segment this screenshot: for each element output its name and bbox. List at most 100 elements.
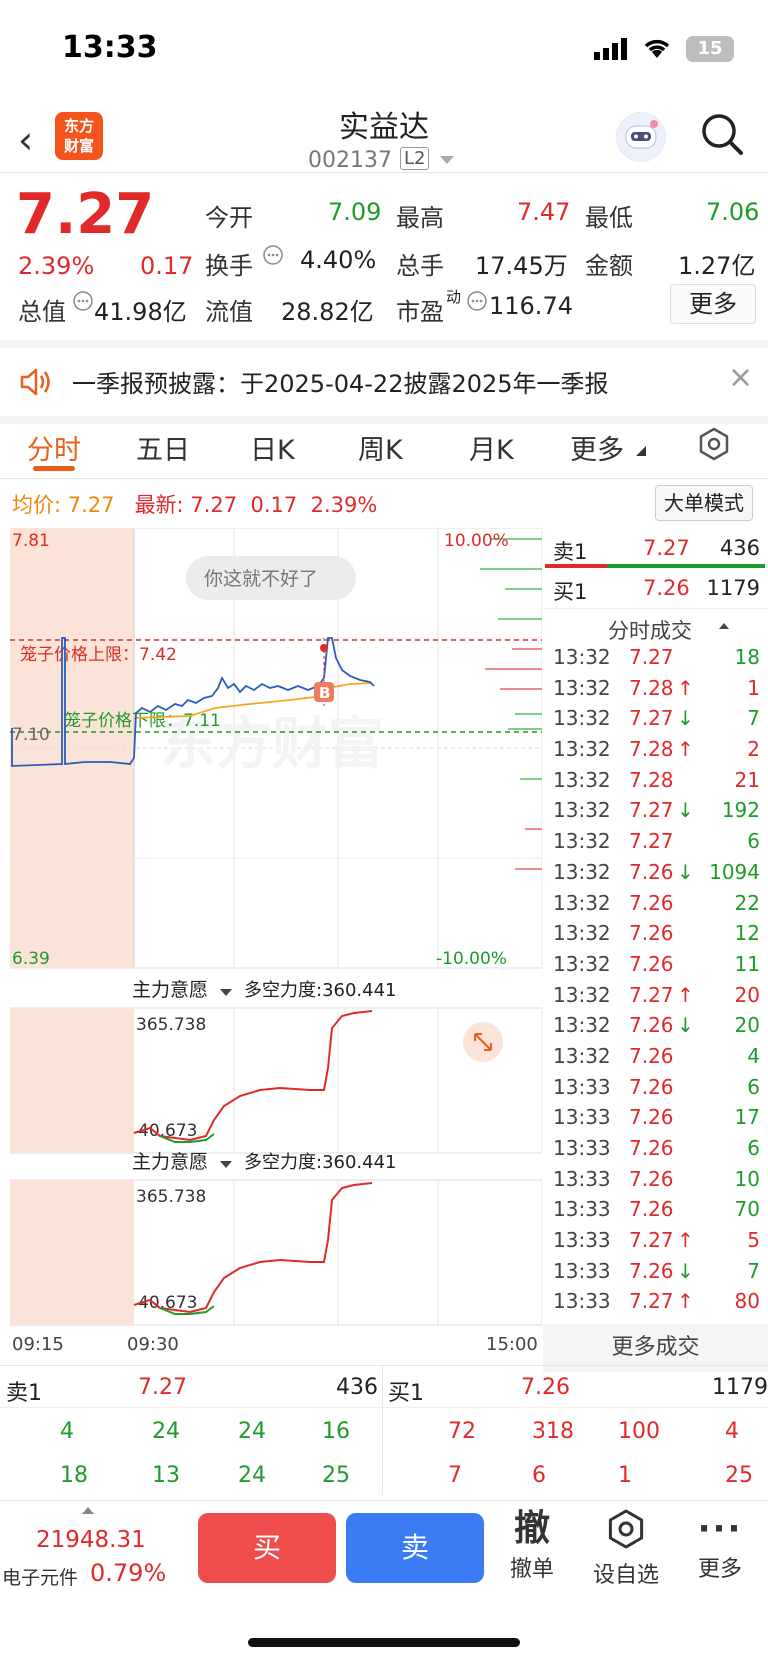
trade-direction-arrow: ↑: [677, 675, 694, 700]
info-icon[interactable]: [466, 290, 488, 312]
cancel-order-button[interactable]: 撤 撤单: [492, 1507, 572, 1583]
trade-price: 7.26: [629, 1166, 674, 1191]
amount-value: 1.27亿: [678, 252, 756, 280]
add-watchlist-button[interactable]: 设自选: [586, 1507, 666, 1589]
tab-intraday[interactable]: 分时: [27, 428, 81, 467]
trade-price: 7.26: [629, 1074, 674, 1099]
close-icon[interactable]: ×: [728, 360, 753, 395]
sub1-indicator: 主力意愿: [132, 979, 208, 1001]
trade-volume: 7: [747, 1258, 760, 1283]
trades-header[interactable]: 分时成交: [543, 608, 768, 643]
trade-row: 13:33 7.26 6: [543, 1134, 768, 1165]
buy-button[interactable]: 买: [198, 1513, 336, 1583]
trade-direction-arrow: ↓: [677, 859, 694, 884]
trade-row: 13:33 7.26 ↓ 7: [543, 1257, 768, 1288]
cancel-glyph-icon: 撤: [513, 1508, 550, 1549]
trade-row: 13:32 7.26 4: [543, 1042, 768, 1073]
trade-time: 13:32: [553, 890, 611, 915]
status-bar: 13:33 15: [0, 0, 768, 95]
sub2-indicator: 主力意愿: [132, 1151, 208, 1173]
low-value: 7.06: [706, 198, 760, 226]
trade-row: 13:32 7.26 ↓ 1094: [543, 858, 768, 889]
expand-up-icon[interactable]: [82, 1507, 94, 1514]
pe-superscript: 动: [446, 288, 462, 306]
tab-daily-k[interactable]: 日K: [250, 428, 295, 467]
trade-time: 13:32: [553, 859, 611, 884]
trade-price: 7.26: [629, 859, 674, 884]
trade-volume: 11: [734, 951, 760, 976]
volume-label: 总手: [396, 252, 444, 280]
tab-monthly-k[interactable]: 月K: [469, 428, 514, 467]
divider: [0, 1365, 768, 1366]
trade-row: 13:33 7.27 ↑ 5: [543, 1226, 768, 1257]
trade-direction-arrow: ↑: [677, 1228, 694, 1253]
clock: 13:33: [62, 30, 158, 65]
trade-price: 7.27: [629, 1289, 674, 1314]
trade-volume: 80: [734, 1289, 760, 1314]
trade-row: 13:32 7.26 ↓ 20: [543, 1011, 768, 1042]
bb-detail-value: 100: [618, 1419, 660, 1444]
bb-detail-value: 18: [60, 1463, 88, 1488]
trade-time: 13:32: [553, 829, 611, 854]
index-percent[interactable]: 0.79%: [90, 1559, 166, 1587]
sell1-volume: 436: [719, 536, 760, 560]
trades-list: 13:32 7.27 18 13:32 7.28 ↑ 1 13:32 7.27 ↓ 7 13:32 7.…: [543, 643, 768, 1318]
sell-button[interactable]: 卖: [346, 1513, 484, 1583]
trade-volume: 21: [734, 767, 760, 792]
float-value: 28.82亿: [281, 298, 374, 326]
cellular-signal-icon: [594, 38, 627, 60]
trade-price: 7.26: [629, 1043, 674, 1068]
bb-detail-value: 25: [725, 1463, 753, 1488]
tab-weekly-k[interactable]: 周K: [358, 428, 403, 467]
trade-time: 13:32: [553, 706, 611, 731]
trade-row: 13:32 7.28 ↑ 2: [543, 735, 768, 766]
intraday-chart[interactable]: 东方财富 笼子价格上限：7.42 笼子价格下限：7.11 B 7.81 7.10…: [10, 528, 542, 1358]
tab-five-day[interactable]: 五日: [136, 428, 190, 467]
bb-detail-value: 7: [448, 1463, 462, 1488]
index-name[interactable]: 电子元件: [2, 1563, 78, 1590]
index-value[interactable]: 21948.31: [36, 1527, 146, 1553]
tab-more[interactable]: 更多: [570, 428, 624, 467]
info-icon[interactable]: [262, 244, 284, 266]
more-tab-corner-icon: [636, 446, 646, 456]
sub1-metric: 多空力度:360.441: [244, 980, 397, 1001]
time-open-label: 09:30: [127, 1334, 179, 1355]
more-actions-button[interactable]: ··· 更多: [680, 1507, 760, 1583]
open-value: 7.09: [328, 198, 382, 226]
change-percent: 2.39%: [18, 252, 95, 280]
trade-price: 7.26: [629, 1136, 674, 1160]
bb-sell-volume: 436: [336, 1375, 378, 1400]
ai-assistant-icon[interactable]: [616, 112, 666, 162]
trade-row: 13:32 7.26 11: [543, 950, 768, 981]
info-icon[interactable]: [72, 290, 94, 312]
notice-banner[interactable]: 一季报预披露：于2025-04-22披露2025年一季报 ×: [0, 340, 768, 424]
trade-volume: 20: [734, 982, 760, 1007]
speaker-icon: [20, 368, 50, 396]
pct-top-label: 10.00%: [444, 531, 509, 551]
time-start-label: 09:15: [12, 1334, 64, 1355]
trade-row: 13:33 7.26 6: [543, 1073, 768, 1104]
trade-volume: 6: [747, 1074, 760, 1099]
last-change: 0.17: [250, 493, 298, 517]
level2-badge[interactable]: L2: [400, 147, 430, 170]
bb-detail-value: 25: [322, 1463, 350, 1488]
gear-icon[interactable]: [696, 426, 732, 462]
trade-volume: 12: [734, 921, 760, 946]
avg-value: 7.27: [67, 493, 115, 517]
buy1-price: 7.26: [643, 576, 690, 600]
trade-price: 7.27: [629, 982, 674, 1007]
avg-label: 均价:: [12, 493, 62, 517]
search-icon[interactable]: [700, 112, 744, 156]
bb-detail-value: 1: [618, 1463, 632, 1488]
indicator-dropdown-icon: [220, 1161, 232, 1168]
stock-switch-dropdown-icon[interactable]: [440, 156, 454, 164]
trade-time: 13:33: [553, 1228, 611, 1253]
trade-time: 13:32: [553, 982, 611, 1007]
more-quote-button[interactable]: 更多: [670, 284, 756, 324]
trade-price: 7.26: [629, 951, 674, 976]
big-order-mode-button[interactable]: 大单模式: [655, 485, 753, 521]
bb-detail-value: 72: [448, 1419, 476, 1444]
home-indicator[interactable]: [248, 1638, 520, 1647]
trade-time: 13:32: [553, 737, 611, 762]
wifi-icon: [644, 39, 670, 58]
